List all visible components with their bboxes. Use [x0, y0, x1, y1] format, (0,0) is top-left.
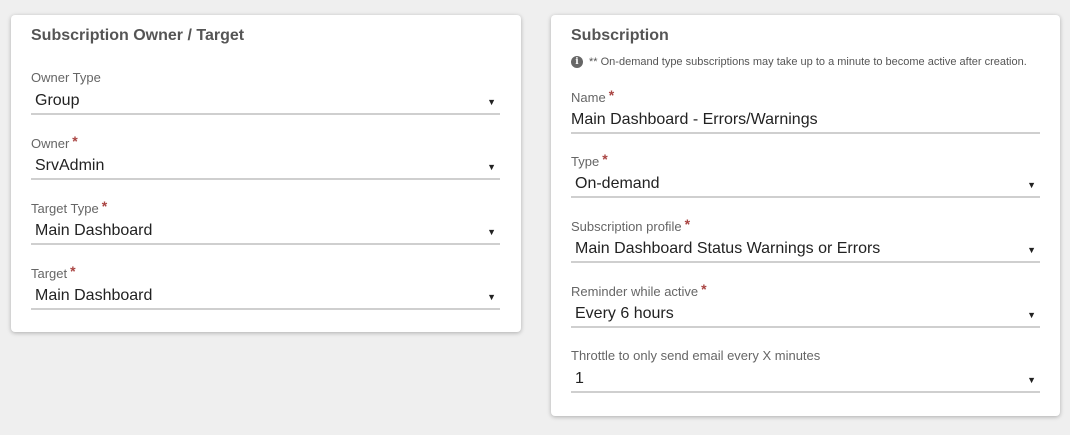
target-type-field: Target Type * Main Dashboard ▼ [31, 198, 500, 245]
on-demand-note-text: ** On-demand type subscriptions may take… [589, 56, 1027, 68]
owner-field: Owner * SrvAdmin ▼ [31, 133, 500, 180]
subscription-profile-select[interactable]: Main Dashboard Status Warnings or Errors… [571, 237, 1040, 263]
owner-value: SrvAdmin [35, 157, 105, 174]
target-type-label: Target Type * [31, 198, 108, 216]
target-label: Target * [31, 263, 76, 281]
type-field: Type * On-demand ▼ [571, 151, 1040, 198]
name-input[interactable]: Main Dashboard - Errors/Warnings [571, 108, 1040, 134]
subscription-profile-value: Main Dashboard Status Warnings or Errors [575, 240, 881, 257]
owner-type-label: Owner Type [31, 70, 101, 85]
chevron-down-icon: ▼ [487, 162, 496, 172]
required-marker: * [608, 87, 615, 103]
target-field: Target * Main Dashboard ▼ [31, 263, 500, 310]
target-select[interactable]: Main Dashboard ▼ [31, 284, 500, 310]
reminder-field: Reminder while active * Every 6 hours ▼ [571, 281, 1040, 328]
target-type-select[interactable]: Main Dashboard ▼ [31, 219, 500, 245]
subscription-profile-label: Subscription profile * [571, 216, 691, 234]
type-value: On-demand [575, 175, 660, 192]
required-marker: * [684, 216, 691, 232]
chevron-down-icon: ▼ [1027, 245, 1036, 255]
chevron-down-icon: ▼ [487, 227, 496, 237]
owner-type-value: Group [35, 92, 80, 109]
throttle-label: Throttle to only send email every X minu… [571, 348, 821, 363]
reminder-label: Reminder while active * [571, 281, 707, 299]
subscription-title: Subscription [571, 27, 669, 44]
owner-label: Owner * [31, 133, 78, 151]
owner-select[interactable]: SrvAdmin ▼ [31, 154, 500, 180]
chevron-down-icon: ▼ [1027, 180, 1036, 190]
subscription-card: Subscription i ** On-demand type subscri… [551, 15, 1060, 416]
subscription-profile-field: Subscription profile * Main Dashboard Sta… [571, 216, 1040, 263]
target-value: Main Dashboard [35, 287, 153, 304]
owner-target-card: Subscription Owner / Target Owner Type G… [11, 15, 521, 332]
chevron-down-icon: ▼ [1027, 375, 1036, 385]
reminder-value: Every 6 hours [575, 305, 674, 322]
chevron-down-icon: ▼ [487, 97, 496, 107]
required-marker: * [701, 281, 707, 297]
owner-type-select[interactable]: Group ▼ [31, 89, 500, 115]
type-label: Type * [571, 151, 608, 169]
required-marker: * [101, 198, 108, 214]
name-field: Name * Main Dashboard - Errors/Warnings [571, 87, 1040, 134]
throttle-field: Throttle to only send email every X minu… [571, 348, 1040, 393]
required-marker: * [70, 263, 76, 279]
name-value: Main Dashboard - Errors/Warnings [571, 111, 818, 128]
chevron-down-icon: ▼ [487, 292, 496, 302]
type-select[interactable]: On-demand ▼ [571, 172, 1040, 198]
name-label: Name * [571, 87, 615, 105]
info-icon: i [571, 56, 583, 68]
chevron-down-icon: ▼ [1027, 310, 1036, 320]
target-type-value: Main Dashboard [35, 222, 153, 239]
throttle-select[interactable]: 1 ▼ [571, 367, 1040, 393]
throttle-value: 1 [575, 370, 584, 387]
owner-type-field: Owner Type Group ▼ [31, 70, 500, 115]
required-marker: * [72, 133, 78, 149]
required-marker: * [602, 151, 608, 167]
owner-target-title: Subscription Owner / Target [31, 27, 245, 44]
reminder-select[interactable]: Every 6 hours ▼ [571, 302, 1040, 328]
on-demand-note: i ** On-demand type subscriptions may ta… [571, 56, 1027, 68]
